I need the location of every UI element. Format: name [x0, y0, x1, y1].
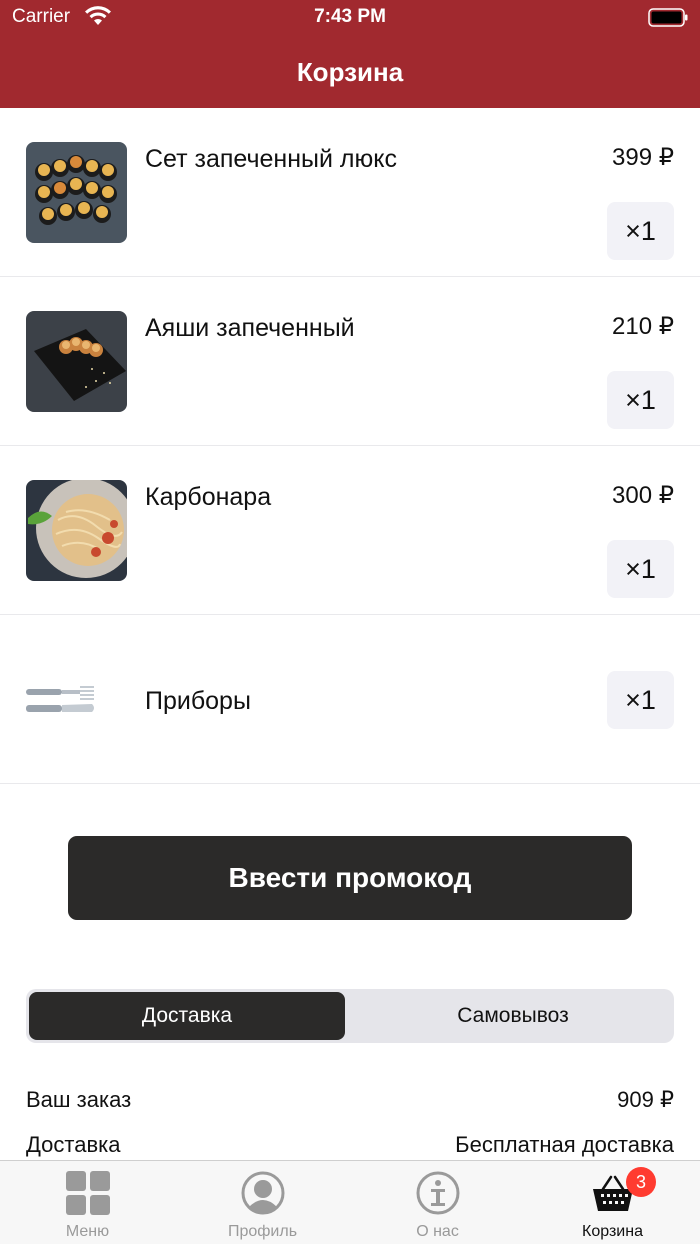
item-name: Сет запеченный люкс: [145, 145, 397, 173]
info-icon: [416, 1171, 460, 1215]
carbonara-pasta-photo: [26, 480, 127, 581]
baked-sushi-set-photo: [26, 142, 127, 243]
item-price: 300 ₽: [612, 482, 674, 509]
segment-pickup[interactable]: Самовывоз: [355, 992, 671, 1040]
delivery-label: Доставка: [26, 1132, 121, 1157]
nav-header: Carrier 7:43 PM Корзина: [0, 0, 700, 108]
cart-item-utensils[interactable]: Приборы ×1: [0, 615, 700, 784]
delivery-toggle: Доставка Самовывоз: [26, 989, 674, 1043]
tab-label: Меню: [65, 1223, 110, 1240]
page-title: Корзина: [296, 57, 404, 87]
item-name: Аяши запеченный: [145, 314, 355, 342]
item-name: Карбонара: [145, 483, 272, 511]
cart-item[interactable]: Сет запеченный люкс 399 ₽ ×1: [0, 108, 700, 277]
grid-icon: [66, 1171, 110, 1215]
segment-delivery[interactable]: Доставка: [29, 992, 345, 1040]
tab-cart[interactable]: 3 Корзина: [525, 1161, 700, 1244]
tab-about[interactable]: О нас: [350, 1161, 525, 1244]
baked-roll-plate-photo: [26, 311, 127, 412]
tab-label: Профиль: [227, 1223, 298, 1240]
quantity-button[interactable]: ×1: [607, 540, 674, 598]
tab-profile[interactable]: Профиль: [175, 1161, 350, 1244]
profile-icon: [241, 1171, 285, 1215]
promo-code-button[interactable]: Ввести промокод: [68, 836, 632, 920]
cart-item[interactable]: Карбонара 300 ₽ ×1: [0, 446, 700, 615]
tab-label: Корзина: [582, 1223, 643, 1240]
cart-count-badge: 3: [626, 1167, 656, 1197]
status-bar: Carrier 7:43 PM: [0, 0, 700, 36]
item-name: Приборы: [145, 687, 251, 715]
item-price: 210 ₽: [612, 313, 674, 340]
tab-menu[interactable]: Меню: [0, 1161, 175, 1244]
quantity-button[interactable]: ×1: [607, 671, 674, 729]
quantity-button[interactable]: ×1: [607, 202, 674, 260]
order-total-value: 909 ₽: [617, 1087, 674, 1112]
tab-bar: Меню Профиль О нас 3 Корзина: [0, 1160, 700, 1244]
fork-knife-icon: [26, 675, 127, 723]
delivery-value: Бесплатная доставка: [455, 1132, 674, 1157]
quantity-button[interactable]: ×1: [607, 371, 674, 429]
cart-item[interactable]: Аяши запеченный 210 ₽ ×1: [0, 277, 700, 446]
tab-label: О нас: [416, 1223, 459, 1240]
item-price: 399 ₽: [612, 144, 674, 171]
order-total-label: Ваш заказ: [26, 1087, 132, 1112]
status-time: 7:43 PM: [314, 6, 386, 27]
cart-list: Сет запеченный люкс 399 ₽ ×1 Аяши запече…: [0, 108, 700, 784]
battery-icon: [648, 8, 688, 27]
